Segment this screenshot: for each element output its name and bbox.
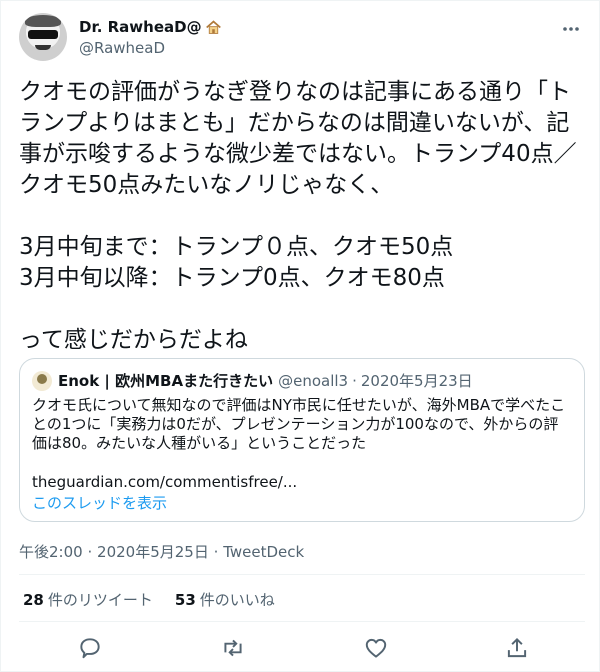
likes-stat[interactable]: 53 件のいいね [175, 589, 275, 610]
author-name-row[interactable]: Dr. RawheaD@ [79, 17, 222, 37]
quoted-tweet-header: Enok | 欧州MBAまた行きたい @enoall3 · 2020年5月23日 [32, 370, 473, 391]
meta-separator-2: · [213, 543, 219, 561]
house-icon [205, 19, 221, 34]
share-icon[interactable] [504, 635, 530, 661]
reply-icon[interactable] [77, 635, 103, 661]
avatar-mouth [35, 45, 51, 50]
engagement-stats: 28 件のリツイート 53 件のいいね [23, 589, 297, 610]
retweet-icon[interactable] [220, 635, 246, 661]
quoted-author-avatar [32, 370, 52, 391]
show-thread-link[interactable]: このスレッドを表示 [32, 494, 167, 513]
meta-separator: · [87, 543, 93, 561]
tweet-metadata: 午後2:00 · 2020年5月25日 · TweetDeck [19, 541, 304, 562]
tweet-time[interactable]: 午後2:00 [19, 543, 83, 561]
quoted-separator: · [352, 371, 357, 390]
quoted-date: 2020年5月23日 [360, 372, 473, 390]
tweet-source[interactable]: TweetDeck [223, 543, 304, 561]
quoted-tweet-text: クオモ氏について無知なので評価はNY市民に任せたいが、海外MBAで学べたことの1… [32, 396, 566, 452]
like-icon[interactable] [363, 635, 389, 661]
retweets-count: 28 [23, 591, 44, 609]
author-avatar[interactable] [19, 13, 67, 61]
more-options-icon[interactable] [561, 19, 581, 39]
quoted-author-handle: @enoall3 [278, 371, 349, 390]
likes-count: 53 [174, 591, 196, 609]
author-display-name[interactable]: Dr. RawheaD@ [79, 17, 202, 37]
avatar-hair [25, 15, 61, 27]
author-handle[interactable]: @RawheaD [79, 38, 165, 58]
avatar-sunglasses [28, 30, 58, 39]
divider-bottom [19, 621, 585, 622]
retweets-label: 件のリツイート [47, 591, 153, 609]
tweet-text: クオモの評価がうなぎ登りなのは記事にある通り「ト ランプよりはまとも」だからなの… [19, 79, 577, 353]
quoted-tweet[interactable]: Enok | 欧州MBAまた行きたい @enoall3 · 2020年5月23日… [19, 358, 585, 522]
likes-label: 件のいいね [199, 591, 275, 609]
divider-top [19, 574, 585, 575]
quoted-author-name: Enok | 欧州MBAまた行きたい [58, 372, 274, 390]
tweet-date[interactable]: 2020年5月25日 [97, 543, 209, 561]
retweets-stat[interactable]: 28 件のリツイート [23, 589, 153, 610]
quoted-link[interactable]: theguardian.com/commentisfree/... [32, 473, 297, 492]
tweet-card: Dr. RawheaD@ @RawheaD クオモの評価がうなぎ登りなのは記事に… [0, 0, 600, 672]
action-bar [1, 631, 600, 667]
